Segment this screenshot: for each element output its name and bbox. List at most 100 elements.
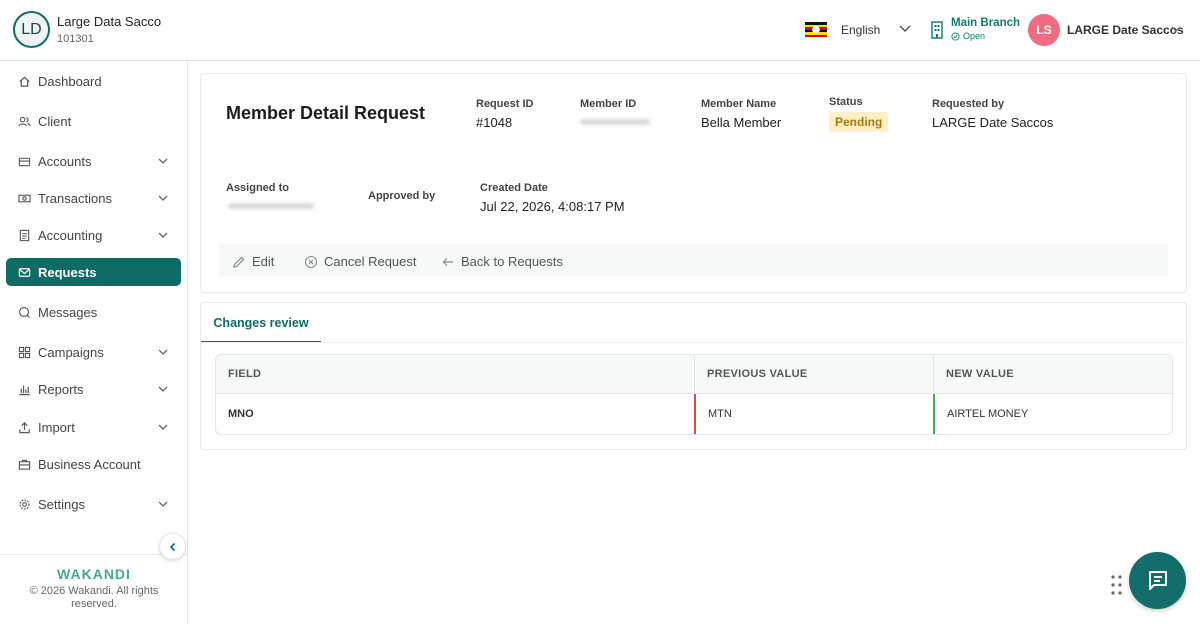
sidebar-item-label: Messages xyxy=(38,304,98,320)
created-date-label: Created Date xyxy=(480,182,548,194)
chevron-down-icon[interactable] xyxy=(156,420,170,434)
sidebar-item-requests[interactable]: Requests xyxy=(6,258,181,286)
bar-chart-icon xyxy=(17,382,31,396)
sidebar-item-import[interactable]: Import xyxy=(6,413,181,441)
building-icon xyxy=(931,21,943,39)
user-avatar[interactable]: LS xyxy=(1028,14,1060,46)
branch-name[interactable]: Main Branch xyxy=(951,17,1020,29)
status-label: Status xyxy=(829,96,863,108)
briefcase-icon xyxy=(17,457,31,471)
user-name[interactable]: LARGE Date Saccos xyxy=(1067,23,1184,37)
column-header-field: FIELD xyxy=(216,355,695,394)
edit-button[interactable]: Edit xyxy=(232,254,274,269)
back-to-requests-button[interactable]: Back to Requests xyxy=(441,254,563,269)
org-code: 101301 xyxy=(57,33,94,45)
chevron-down-icon[interactable] xyxy=(156,497,170,511)
cash-icon xyxy=(17,191,31,205)
uganda-flag-icon[interactable] xyxy=(805,22,827,37)
arrow-left-icon xyxy=(442,257,453,266)
org-avatar[interactable]: LD xyxy=(13,11,50,48)
gear-icon xyxy=(17,497,31,511)
member-id-label: Member ID xyxy=(580,98,637,110)
edit-label: Edit xyxy=(252,254,275,269)
pencil-icon xyxy=(233,256,245,268)
sidebar-item-label: Settings xyxy=(38,496,85,512)
tab-divider xyxy=(201,342,1187,343)
assigned-to-label: Assigned to xyxy=(226,182,289,194)
cancel-request-button[interactable]: Cancel Request xyxy=(304,254,417,269)
cell-new-value: AIRTEL MONEY xyxy=(933,394,1172,434)
request-id-label: Request ID xyxy=(476,98,534,110)
chevron-down-icon[interactable] xyxy=(156,191,170,205)
mail-icon xyxy=(17,265,31,279)
copyright: © 2026 Wakandi. All rights reserved. xyxy=(29,585,159,610)
ledger-icon xyxy=(17,228,31,242)
users-icon xyxy=(17,114,31,128)
collapse-sidebar-button[interactable] xyxy=(159,533,186,560)
chevron-down-icon[interactable] xyxy=(1169,22,1183,36)
branch-status: Open xyxy=(951,31,985,41)
language-selector[interactable]: English xyxy=(841,23,880,37)
back-to-requests-label: Back to Requests xyxy=(461,254,563,269)
chat-icon xyxy=(17,305,31,319)
sidebar-item-campaigns[interactable]: Campaigns xyxy=(6,338,181,366)
upload-icon xyxy=(17,420,31,434)
chat-support-button[interactable] xyxy=(1129,552,1186,609)
cell-field: MNO xyxy=(228,408,254,420)
sidebar-item-label: Requests xyxy=(38,264,97,280)
sidebar-item-label: Campaigns xyxy=(38,344,104,360)
sidebar-divider xyxy=(0,554,188,555)
sidebar-item-label: Import xyxy=(38,419,75,435)
column-header-previous-value: PREVIOUS VALUE xyxy=(695,355,934,394)
column-header-new-value: NEW VALUE xyxy=(934,355,1172,394)
request-id-value: #1048 xyxy=(476,115,513,130)
member-id-redacted xyxy=(580,119,650,125)
sidebar-item-label: Dashboard xyxy=(38,73,102,89)
tab-changes-review[interactable]: Changes review xyxy=(201,306,321,343)
sidebar-item-messages[interactable]: Messages xyxy=(6,298,181,326)
sidebar-item-dashboard[interactable]: Dashboard xyxy=(6,67,181,95)
chevron-left-icon xyxy=(169,542,175,551)
member-name-label: Member Name xyxy=(701,98,777,110)
status-badge: Pending xyxy=(829,112,889,132)
sidebar-item-label: Accounts xyxy=(38,153,92,169)
sidebar-item-label: Accounting xyxy=(38,227,103,243)
check-circle-icon xyxy=(951,31,960,41)
org-name: Large Data Sacco xyxy=(57,14,162,29)
changes-table: FIELD PREVIOUS VALUE NEW VALUE MNO MTN A… xyxy=(215,354,1173,435)
sidebar-item-accounting[interactable]: Accounting xyxy=(6,221,181,249)
chevron-down-icon[interactable] xyxy=(156,228,170,242)
branch-status-text: Open xyxy=(963,31,986,41)
brand-logo: WAKANDI xyxy=(57,566,131,582)
chat-bubble-icon xyxy=(1148,570,1167,590)
cancel-request-label: Cancel Request xyxy=(324,254,417,269)
sidebar-item-business-account[interactable]: Business Account xyxy=(6,450,181,478)
chevron-down-icon[interactable] xyxy=(156,154,170,168)
sidebar-item-label: Client xyxy=(38,113,72,129)
chevron-down-icon[interactable] xyxy=(898,21,912,35)
chevron-down-icon[interactable] xyxy=(156,345,170,359)
close-circle-icon xyxy=(304,255,318,268)
approved-by-label: Approved by xyxy=(368,190,436,202)
chevron-down-icon[interactable] xyxy=(156,382,170,396)
top-bar: LD Large Data Sacco 101301 English Main … xyxy=(0,0,1200,61)
sidebar-item-label: Transactions xyxy=(38,190,112,206)
sidebar-item-client[interactable]: Client xyxy=(6,107,181,135)
requested-by-value: LARGE Date Saccos xyxy=(932,115,1054,130)
sidebar-item-reports[interactable]: Reports xyxy=(6,375,181,403)
home-icon xyxy=(17,74,31,88)
sidebar-item-settings[interactable]: Settings xyxy=(6,490,181,518)
created-date-value: Jul 22, 2026, 4:08:17 PM xyxy=(480,199,625,214)
cell-previous-value: MTN xyxy=(694,394,933,434)
page-title: Member Detail Request xyxy=(226,103,426,123)
assigned-to-redacted xyxy=(228,203,314,209)
grid-icon xyxy=(17,345,31,359)
sidebar: Dashboard Client Accounts Transactions A… xyxy=(0,61,188,624)
sidebar-item-label: Business Account xyxy=(38,456,141,472)
member-name-value: Bella Member xyxy=(701,115,782,130)
drag-handle-icon[interactable] xyxy=(1110,574,1124,596)
sidebar-item-accounts[interactable]: Accounts xyxy=(6,147,181,175)
wallet-icon xyxy=(17,154,31,168)
requested-by-label: Requested by xyxy=(932,98,1005,110)
sidebar-item-transactions[interactable]: Transactions xyxy=(6,184,181,212)
